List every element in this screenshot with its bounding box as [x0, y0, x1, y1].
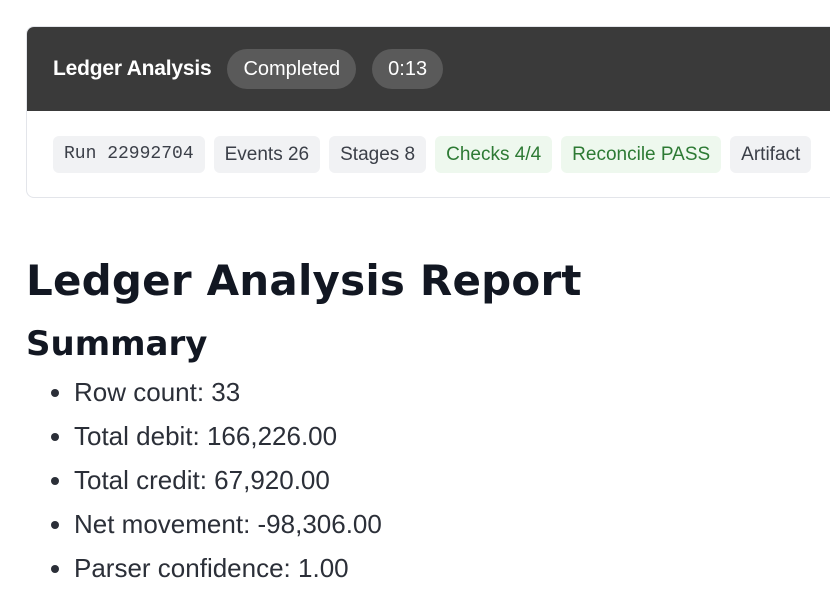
list-item: Net movement: -98,306.00: [74, 502, 582, 546]
elapsed-time-badge: 0:13: [372, 49, 444, 89]
run-header: Ledger Analysis Completed 0:13: [27, 27, 830, 111]
stages-chip: Stages 8: [329, 136, 427, 173]
app-title: Ledger Analysis: [53, 57, 212, 80]
run-panel: Ledger Analysis Completed 0:13 Run 22992…: [26, 26, 830, 198]
list-item: Row count: 33: [74, 370, 582, 414]
artifact-chip[interactable]: Artifact: [730, 136, 812, 173]
summary-list: Row count: 33 Total debit: 166,226.00 To…: [26, 370, 582, 590]
summary-heading: Summary: [26, 324, 208, 364]
list-item: Total debit: 166,226.00: [74, 414, 582, 458]
list-item: Parser confidence: 1.00: [74, 546, 582, 590]
report-title: Ledger Analysis Report: [26, 256, 582, 305]
events-chip: Events 26: [213, 136, 321, 173]
run-metrics-bar: Run 22992704 Events 26 Stages 8 Checks 4…: [27, 111, 830, 173]
report-document: Ledger Analysis Report Summary Row count…: [26, 250, 582, 590]
reconcile-chip: Reconcile PASS: [561, 136, 722, 173]
run-id-chip: Run 22992704: [53, 136, 205, 173]
checks-chip: Checks 4/4: [435, 136, 553, 173]
status-badge: Completed: [227, 49, 357, 89]
list-item: Total credit: 67,920.00: [74, 458, 582, 502]
